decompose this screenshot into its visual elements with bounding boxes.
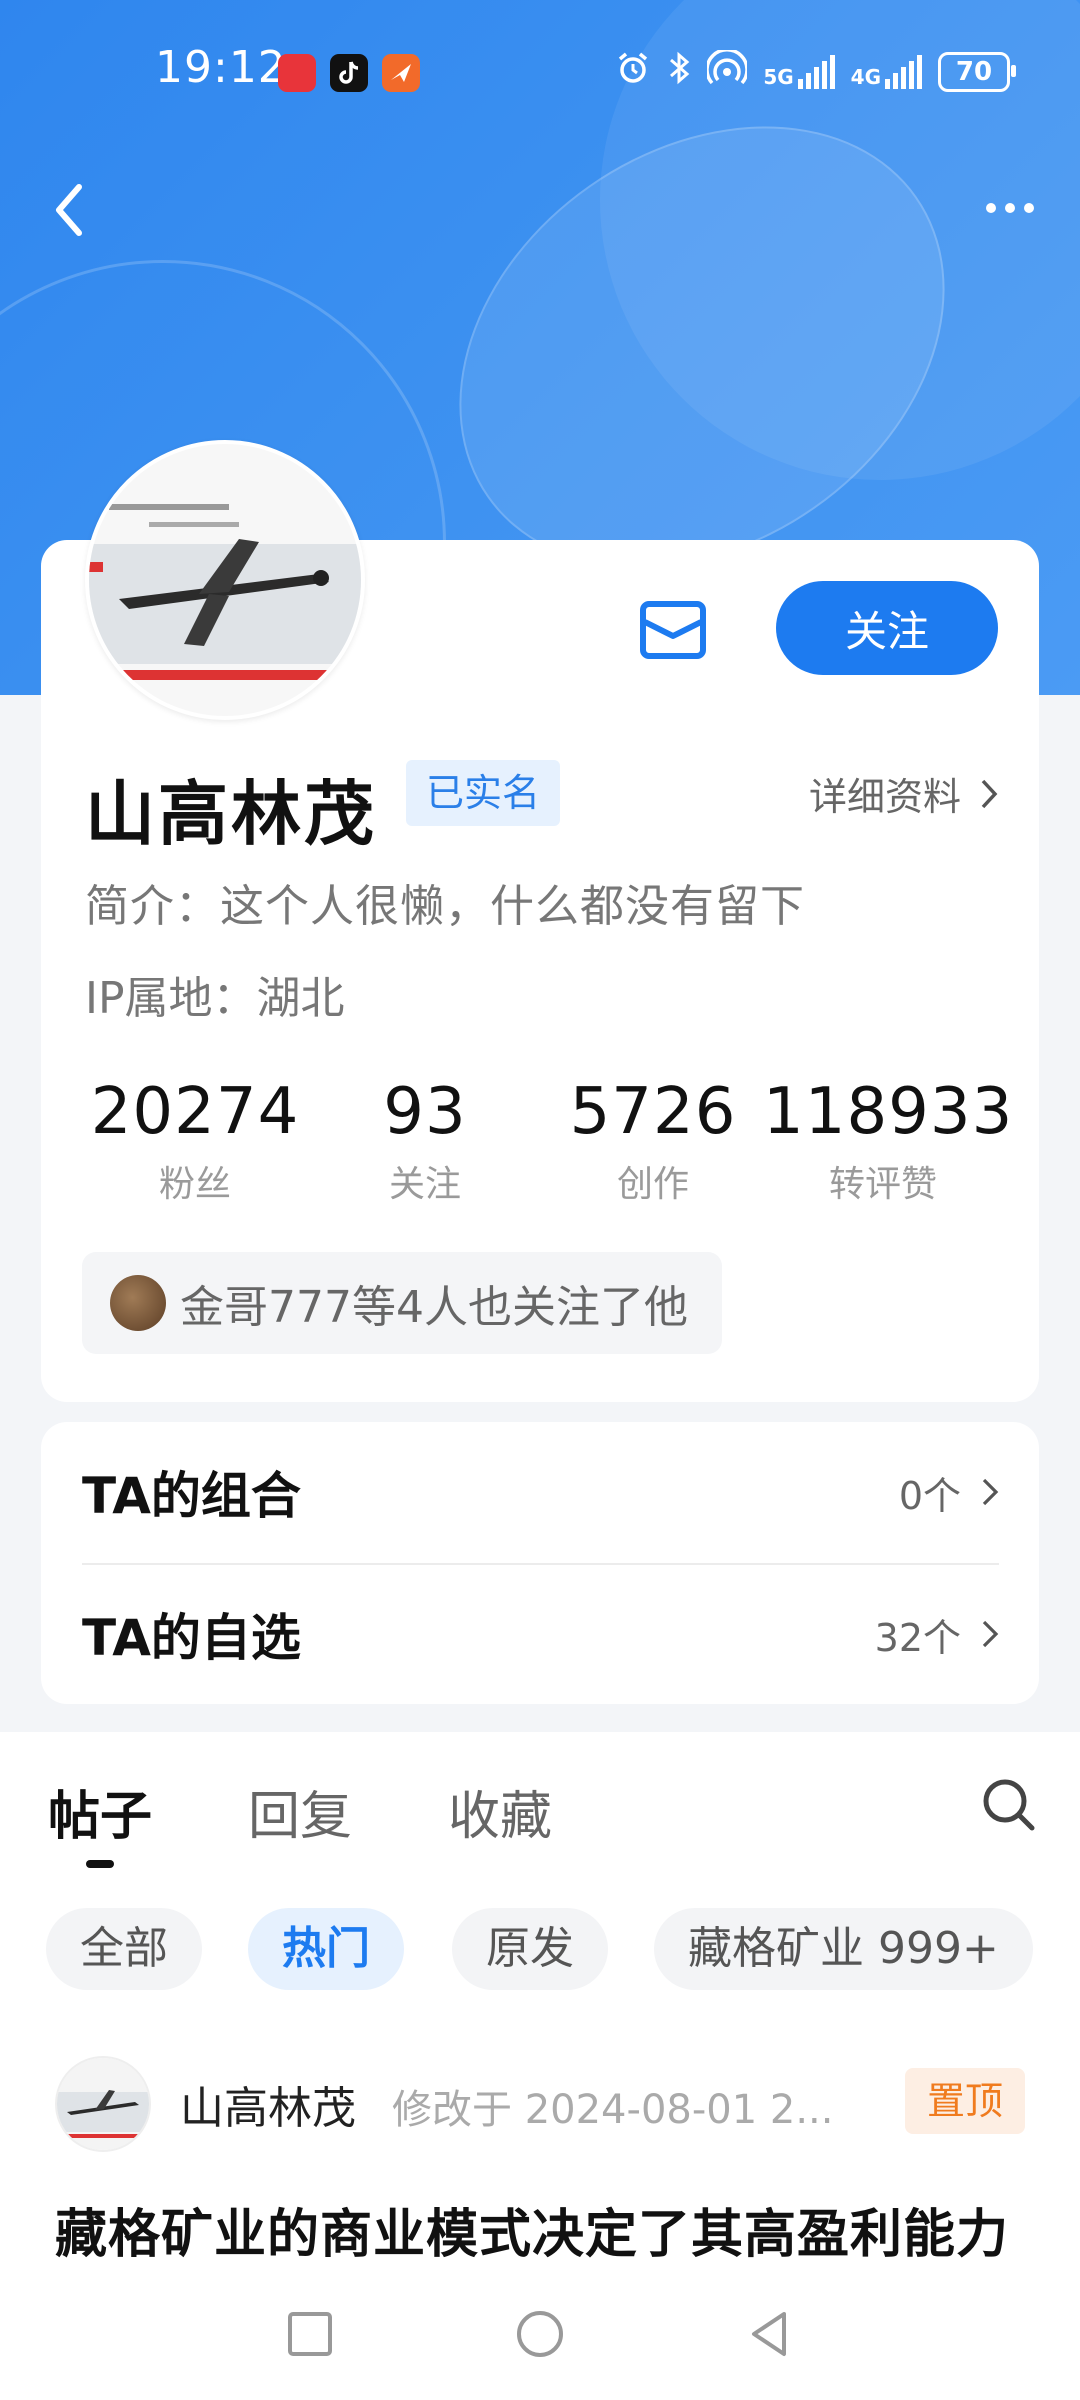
airplane-avatar-image [57, 2058, 149, 2150]
filter-hot[interactable]: 热门 [248, 1908, 404, 1990]
mutual-followers-text: 金哥777等4人也关注了他 [180, 1282, 688, 1333]
status-bar: 19:12 5G 4G 70 [0, 0, 1080, 145]
signal-4g: 4G [851, 54, 922, 89]
post-title[interactable]: 藏格矿业的商业模式决定了其高盈利能力 [55, 2192, 1009, 2267]
stat-likes[interactable]: 118933 转评赞 [763, 1075, 1014, 1207]
stat-following[interactable]: 93 关注 [305, 1075, 545, 1207]
mail-icon [640, 601, 706, 659]
detail-profile-link[interactable]: 详细资料 [809, 766, 999, 821]
chevron-right-icon [982, 1478, 999, 1506]
airplane-avatar-image [89, 444, 361, 716]
profile-bio: 简介：这个人很懒，什么都没有留下 [85, 881, 805, 932]
list-row-label: TA的自选 [82, 1609, 301, 1667]
tab-favorites[interactable]: 收藏 [448, 1774, 552, 1849]
stat-label: 创作 [616, 1164, 689, 1205]
circle-icon [517, 2311, 563, 2357]
stat-fans[interactable]: 20274 粉丝 [75, 1075, 315, 1207]
hotspot-icon [705, 48, 750, 93]
chevron-left-icon [56, 184, 82, 236]
filter-stock-tag[interactable]: 藏格矿业 999+ [654, 1908, 1033, 1990]
message-button[interactable] [633, 590, 713, 670]
feishu-app-icon [382, 54, 420, 92]
stat-label: 粉丝 [158, 1164, 231, 1205]
profile-name: 山高林茂 [85, 773, 377, 855]
list-row-watchlist[interactable]: TA的自选 32个 [82, 1564, 999, 1704]
chevron-right-icon [982, 1620, 999, 1648]
tab-replies[interactable]: 回复 [248, 1774, 352, 1849]
mutual-followers[interactable]: 金哥777等4人也关注了他 [82, 1252, 722, 1354]
search-icon [983, 1779, 1035, 1831]
search-button[interactable] [978, 1774, 1040, 1836]
mutual-avatar [110, 1275, 166, 1331]
stat-value: 5726 [569, 1075, 737, 1149]
bluetooth-icon [667, 50, 691, 93]
pinned-badge: 置顶 [904, 2068, 1025, 2134]
profile-avatar[interactable] [85, 440, 365, 720]
chevron-right-icon [981, 779, 998, 808]
list-row-count: 32个 [874, 1615, 961, 1660]
active-tab-indicator [86, 1860, 114, 1868]
post-timestamp: 修改于 2024-08-01 2... [392, 2087, 834, 2133]
filter-all[interactable]: 全部 [46, 1908, 202, 1990]
ta-lists-card: TA的组合 0个 TA的自选 32个 [41, 1422, 1039, 1704]
alarm-icon [615, 50, 651, 93]
status-time: 19:12 [155, 42, 287, 93]
tiktok-app-icon [330, 54, 368, 92]
home-button[interactable] [510, 2304, 570, 2364]
back-nav-button[interactable] [740, 2304, 800, 2364]
detail-profile-label: 详细资料 [808, 775, 961, 819]
post-author-name[interactable]: 山高林茂 [180, 2072, 356, 2136]
square-icon [288, 2312, 332, 2356]
ip-location: IP属地：湖北 [85, 973, 345, 1024]
stat-value: 20274 [90, 1075, 300, 1149]
follow-button[interactable]: 关注 [776, 581, 998, 675]
back-button[interactable] [45, 175, 95, 245]
system-navigation-bar [0, 2268, 1080, 2400]
more-options-button[interactable] [980, 188, 1040, 228]
recent-apps-button[interactable] [280, 2304, 340, 2364]
list-row-label: TA的组合 [82, 1467, 301, 1525]
verified-badge: 已实名 [406, 760, 561, 826]
filter-original[interactable]: 原发 [452, 1908, 608, 1990]
signal-5g: 5G [763, 54, 835, 89]
stat-creations[interactable]: 5726 创作 [533, 1075, 773, 1207]
huawei-app-icon [278, 54, 316, 92]
stat-value: 93 [383, 1075, 467, 1149]
stat-label: 关注 [388, 1164, 461, 1205]
battery-indicator: 70 [938, 51, 1016, 92]
triangle-back-icon [752, 2312, 786, 2356]
stat-label: 转评赞 [828, 1164, 937, 1205]
tab-posts[interactable]: 帖子 [48, 1774, 152, 1849]
list-row-portfolio[interactable]: TA的组合 0个 [82, 1422, 999, 1562]
stat-value: 118933 [763, 1075, 1014, 1149]
post-author-avatar[interactable] [55, 2056, 151, 2152]
list-row-count: 0个 [898, 1473, 961, 1518]
